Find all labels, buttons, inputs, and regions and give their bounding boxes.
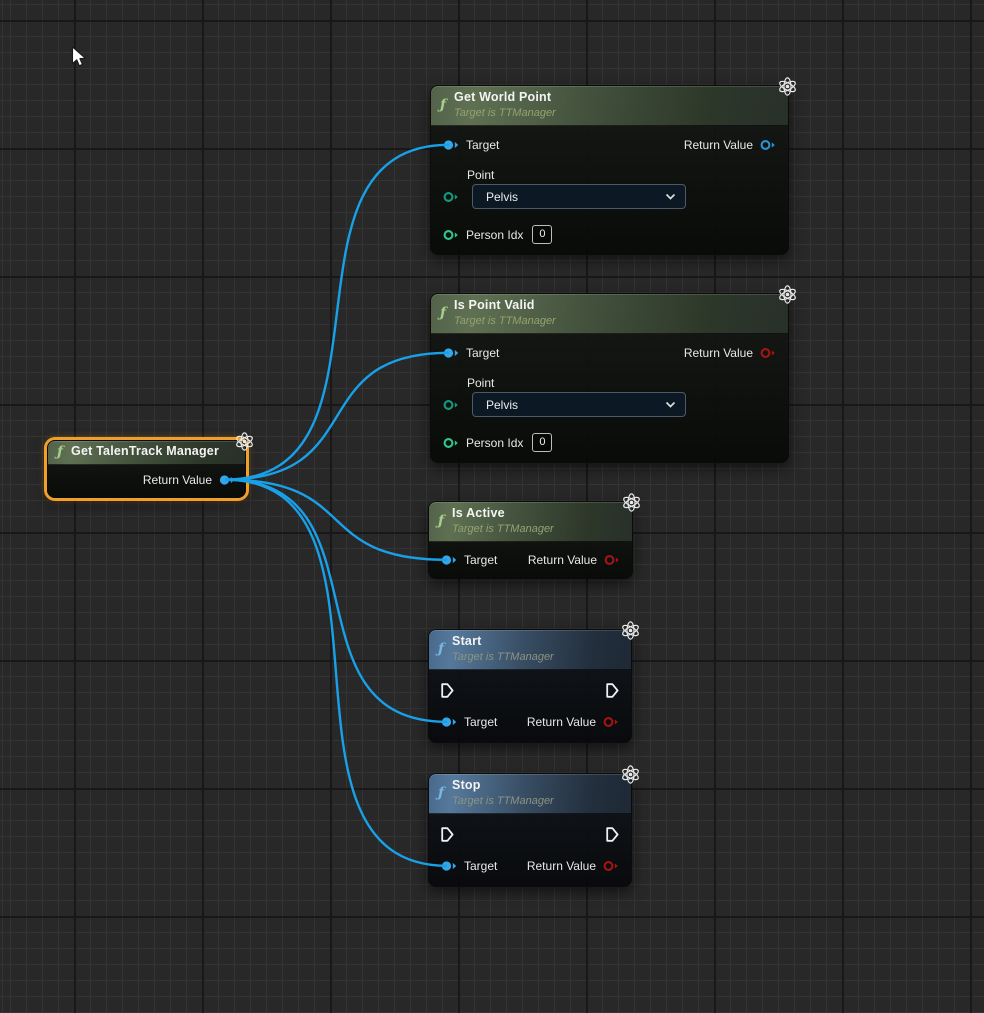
pin-label: Return Value <box>527 859 596 873</box>
atom-icon <box>621 493 642 512</box>
object-pin-icon[interactable] <box>443 139 459 151</box>
node-title: Get TalenTrack Manager <box>71 444 219 460</box>
node-get-talentrack-manager[interactable]: ƒ Get TalenTrack Manager Return Value <box>47 440 246 498</box>
wire <box>225 480 447 722</box>
person-idx-input[interactable]: 0 <box>532 225 552 244</box>
point-pin-label: Point <box>467 158 788 184</box>
function-icon: ƒ <box>438 642 444 656</box>
person-idx-input[interactable]: 0 <box>532 433 552 452</box>
atom-icon <box>777 285 798 304</box>
point-dropdown[interactable]: Pelvis <box>472 184 686 209</box>
node-title: Start <box>452 634 554 650</box>
boolean-pin-icon[interactable] <box>603 716 619 728</box>
point-pin-label: Point <box>467 366 788 392</box>
wire <box>225 480 447 866</box>
pin-target[interactable]: Target <box>443 138 499 152</box>
point-dropdown[interactable]: Pelvis <box>472 392 686 417</box>
pin-label: Person Idx <box>466 436 523 450</box>
pin-label: Return Value <box>527 715 596 729</box>
pin-label: Target <box>464 715 497 729</box>
node-header: ƒ Get World Point Target is TTManager <box>431 86 788 126</box>
boolean-pin-icon[interactable] <box>603 860 619 872</box>
pin-label: Person Idx <box>466 228 523 242</box>
atom-icon <box>777 77 798 96</box>
node-subtitle: Target is TTManager <box>454 315 556 328</box>
atom-icon <box>620 621 641 640</box>
node-header: ƒ Get TalenTrack Manager <box>48 441 245 465</box>
object-pin-icon[interactable] <box>441 554 457 566</box>
pin-label: Target <box>464 859 497 873</box>
exec-out-pin-icon[interactable] <box>606 827 619 842</box>
wire <box>225 353 449 480</box>
boolean-pin-icon[interactable] <box>604 554 620 566</box>
object-pin-icon[interactable] <box>441 860 457 872</box>
boolean-pin-icon[interactable] <box>760 347 776 359</box>
chevron-down-icon <box>665 193 676 200</box>
wire <box>225 480 447 560</box>
node-stop[interactable]: ƒ Stop Target is TTManager <box>428 773 632 887</box>
pin-target[interactable]: Target <box>443 346 499 360</box>
node-is-active[interactable]: ƒ Is Active Target is TTManager Target R… <box>428 501 633 579</box>
exec-in-pin-icon[interactable] <box>441 827 454 842</box>
mouse-cursor-icon <box>71 46 88 68</box>
enum-pin-icon[interactable] <box>443 399 459 411</box>
integer-pin-icon[interactable] <box>443 437 459 449</box>
node-header: ƒ Is Active Target is TTManager <box>429 502 632 542</box>
exec-out-pin-icon[interactable] <box>606 683 619 698</box>
node-subtitle: Target is TTManager <box>454 107 556 120</box>
pin-return-value[interactable]: Return Value <box>527 859 619 873</box>
node-subtitle: Target is TTManager <box>452 651 554 664</box>
atom-icon <box>620 765 641 784</box>
integer-pin-icon[interactable] <box>443 229 459 241</box>
node-header: ƒ Is Point Valid Target is TTManager <box>431 294 788 334</box>
atom-icon <box>234 432 255 451</box>
node-is-point-valid[interactable]: ƒ Is Point Valid Target is TTManager Tar… <box>430 293 789 463</box>
node-subtitle: Target is TTManager <box>452 523 554 536</box>
pin-return-value[interactable]: Return Value <box>528 553 620 567</box>
pin-return-value[interactable]: Return Value <box>143 473 235 487</box>
function-icon: ƒ <box>440 306 446 320</box>
node-header: ƒ Start Target is TTManager <box>429 630 631 670</box>
enum-pin-icon[interactable] <box>443 191 459 203</box>
pin-person-idx[interactable]: Person Idx 0 <box>443 225 552 244</box>
pin-label: Target <box>464 553 497 567</box>
node-title: Is Point Valid <box>454 298 556 314</box>
object-pin-icon[interactable] <box>760 139 776 151</box>
node-start[interactable]: ƒ Start Target is TTManager <box>428 629 632 743</box>
pin-return-value[interactable]: Return Value <box>684 138 776 152</box>
node-title: Is Active <box>452 506 554 522</box>
function-icon: ƒ <box>438 786 444 800</box>
object-pin-icon[interactable] <box>219 474 235 486</box>
pin-label: Return Value <box>684 138 753 152</box>
pin-label: Target <box>466 346 499 360</box>
node-title: Stop <box>452 778 554 794</box>
blueprint-graph-canvas[interactable]: ƒ Get World Point Target is TTManager Ta… <box>0 0 984 1013</box>
node-title: Get World Point <box>454 90 556 106</box>
chevron-down-icon <box>665 401 676 408</box>
dropdown-value: Pelvis <box>486 190 518 204</box>
node-get-world-point[interactable]: ƒ Get World Point Target is TTManager Ta… <box>430 85 789 255</box>
pin-target[interactable]: Target <box>441 553 497 567</box>
pin-target[interactable]: Target <box>441 859 497 873</box>
pin-label: Return Value <box>143 473 212 487</box>
dropdown-value: Pelvis <box>486 398 518 412</box>
function-icon: ƒ <box>440 98 446 112</box>
pin-label: Return Value <box>528 553 597 567</box>
exec-in-pin-icon[interactable] <box>441 683 454 698</box>
node-subtitle: Target is TTManager <box>452 795 554 808</box>
pin-label: Target <box>466 138 499 152</box>
pin-label: Return Value <box>684 346 753 360</box>
function-icon: ƒ <box>438 514 444 528</box>
pin-return-value[interactable]: Return Value <box>527 715 619 729</box>
pin-return-value[interactable]: Return Value <box>684 346 776 360</box>
object-pin-icon[interactable] <box>443 347 459 359</box>
object-pin-icon[interactable] <box>441 716 457 728</box>
wire <box>225 145 449 480</box>
node-header: ƒ Stop Target is TTManager <box>429 774 631 814</box>
pin-person-idx[interactable]: Person Idx 0 <box>443 433 552 452</box>
function-icon: ƒ <box>57 445 63 459</box>
pin-target[interactable]: Target <box>441 715 497 729</box>
